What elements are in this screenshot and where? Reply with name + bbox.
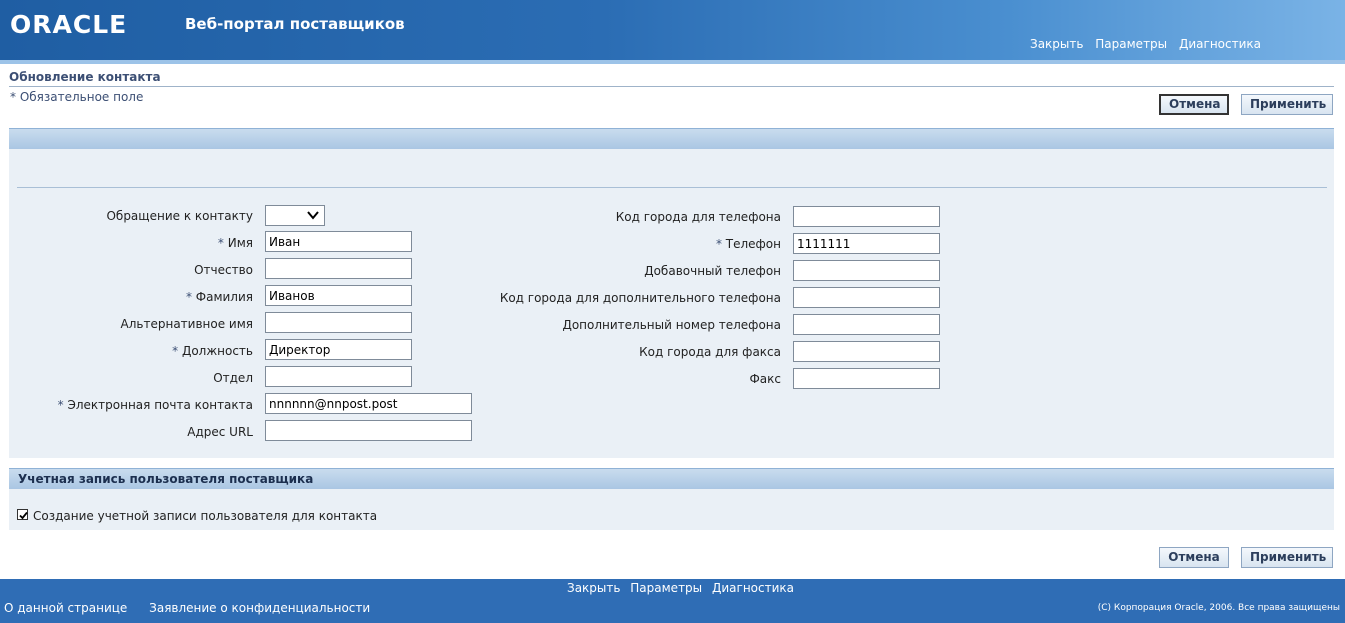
oracle-logo: ORACLE (10, 10, 128, 39)
checkmark-icon (19, 511, 28, 520)
preferences-link[interactable]: Параметры (1095, 37, 1167, 51)
job-title-input[interactable] (265, 339, 412, 360)
header-stripe (0, 60, 1345, 64)
required-mark: * (715, 237, 722, 251)
phone-ext-input[interactable] (793, 260, 940, 281)
fax-area-code-label: Код города для факса (639, 345, 781, 359)
footer-global-links: Закрыть Параметры Диагностика (567, 581, 800, 595)
panel-header-bar (9, 128, 1334, 149)
app-title: Веб-портал поставщиков (185, 15, 405, 33)
department-label: Отдел (213, 371, 253, 385)
page-title: Обновление контакта (9, 70, 161, 84)
middle-name-input[interactable] (265, 258, 412, 279)
panel-divider (17, 187, 1327, 188)
url-label: Адрес URL (187, 425, 253, 439)
alt-phone-input[interactable] (793, 314, 940, 335)
email-label: * Электронная почта контакта (57, 398, 253, 412)
fax-area-code-input[interactable] (793, 341, 940, 362)
cancel-button-bottom[interactable]: Отмена (1159, 547, 1229, 568)
privacy-statement-link[interactable]: Заявление о конфиденциальности (149, 601, 370, 615)
footer-diagnostics-link[interactable]: Диагностика (712, 581, 794, 595)
required-mark: * (57, 398, 64, 412)
create-account-label: Создание учетной записи пользователя для… (33, 509, 378, 523)
alt-name-input[interactable] (265, 312, 412, 333)
account-section-header: Учетная запись пользователя поставщика (9, 468, 1334, 489)
first-name-label: * Имя (217, 236, 253, 250)
required-note: * Обязательное поле (10, 90, 144, 104)
footer-close-link[interactable]: Закрыть (567, 581, 620, 595)
fax-input[interactable] (793, 368, 940, 389)
first-name-input[interactable] (265, 231, 412, 252)
alt-phone-area-code-label: Код города для дополнительного телефона (499, 291, 781, 305)
global-header: ORACLE Веб-портал поставщиков Закрыть Па… (0, 0, 1345, 60)
apply-button-top[interactable]: Применить (1241, 94, 1333, 115)
salutation-label: Обращение к контакту (106, 209, 253, 223)
alt-phone-label: Дополнительный номер телефона (562, 318, 781, 332)
alt-phone-area-code-input[interactable] (793, 287, 940, 308)
middle-name-label: Отчество (194, 263, 253, 277)
create-account-checkbox[interactable] (17, 509, 28, 520)
phone-label: * Телефон (715, 237, 781, 251)
title-divider (9, 86, 1334, 87)
footer: Закрыть Параметры Диагностика О данной с… (0, 579, 1345, 623)
phone-area-code-input[interactable] (793, 206, 940, 227)
required-mark: * (217, 236, 224, 250)
cancel-button-top[interactable]: Отмена (1159, 94, 1229, 115)
diagnostics-link[interactable]: Диагностика (1179, 37, 1261, 51)
alt-name-label: Альтернативное имя (120, 317, 253, 331)
last-name-label: * Фамилия (185, 290, 253, 304)
about-page-link[interactable]: О данной странице (4, 601, 127, 615)
fax-label: Факс (749, 372, 781, 386)
apply-button-bottom[interactable]: Применить (1241, 547, 1333, 568)
required-mark: * (185, 290, 192, 304)
phone-input[interactable] (793, 233, 940, 254)
phone-area-code-label: Код города для телефона (615, 210, 781, 224)
copyright-text: (C) Корпорация Oracle, 2006. Все права з… (1097, 603, 1340, 613)
url-input[interactable] (265, 420, 472, 441)
chevron-down-icon (307, 211, 319, 220)
close-link[interactable]: Закрыть (1030, 37, 1083, 51)
salutation-select[interactable] (265, 205, 325, 226)
account-section-title: Учетная запись пользователя поставщика (18, 472, 314, 486)
job-title-label: * Должность (172, 344, 253, 358)
email-input[interactable] (265, 393, 472, 414)
last-name-input[interactable] (265, 285, 412, 306)
supplier-account-panel: Учетная запись пользователя поставщика С… (9, 468, 1334, 530)
global-links: Закрыть Параметры Диагностика (1030, 37, 1269, 51)
required-mark: * (172, 344, 179, 358)
department-input[interactable] (265, 366, 412, 387)
footer-preferences-link[interactable]: Параметры (630, 581, 702, 595)
footer-info-links: О данной странице Заявление о конфиденци… (4, 601, 388, 615)
phone-ext-label: Добавочный телефон (644, 264, 781, 278)
